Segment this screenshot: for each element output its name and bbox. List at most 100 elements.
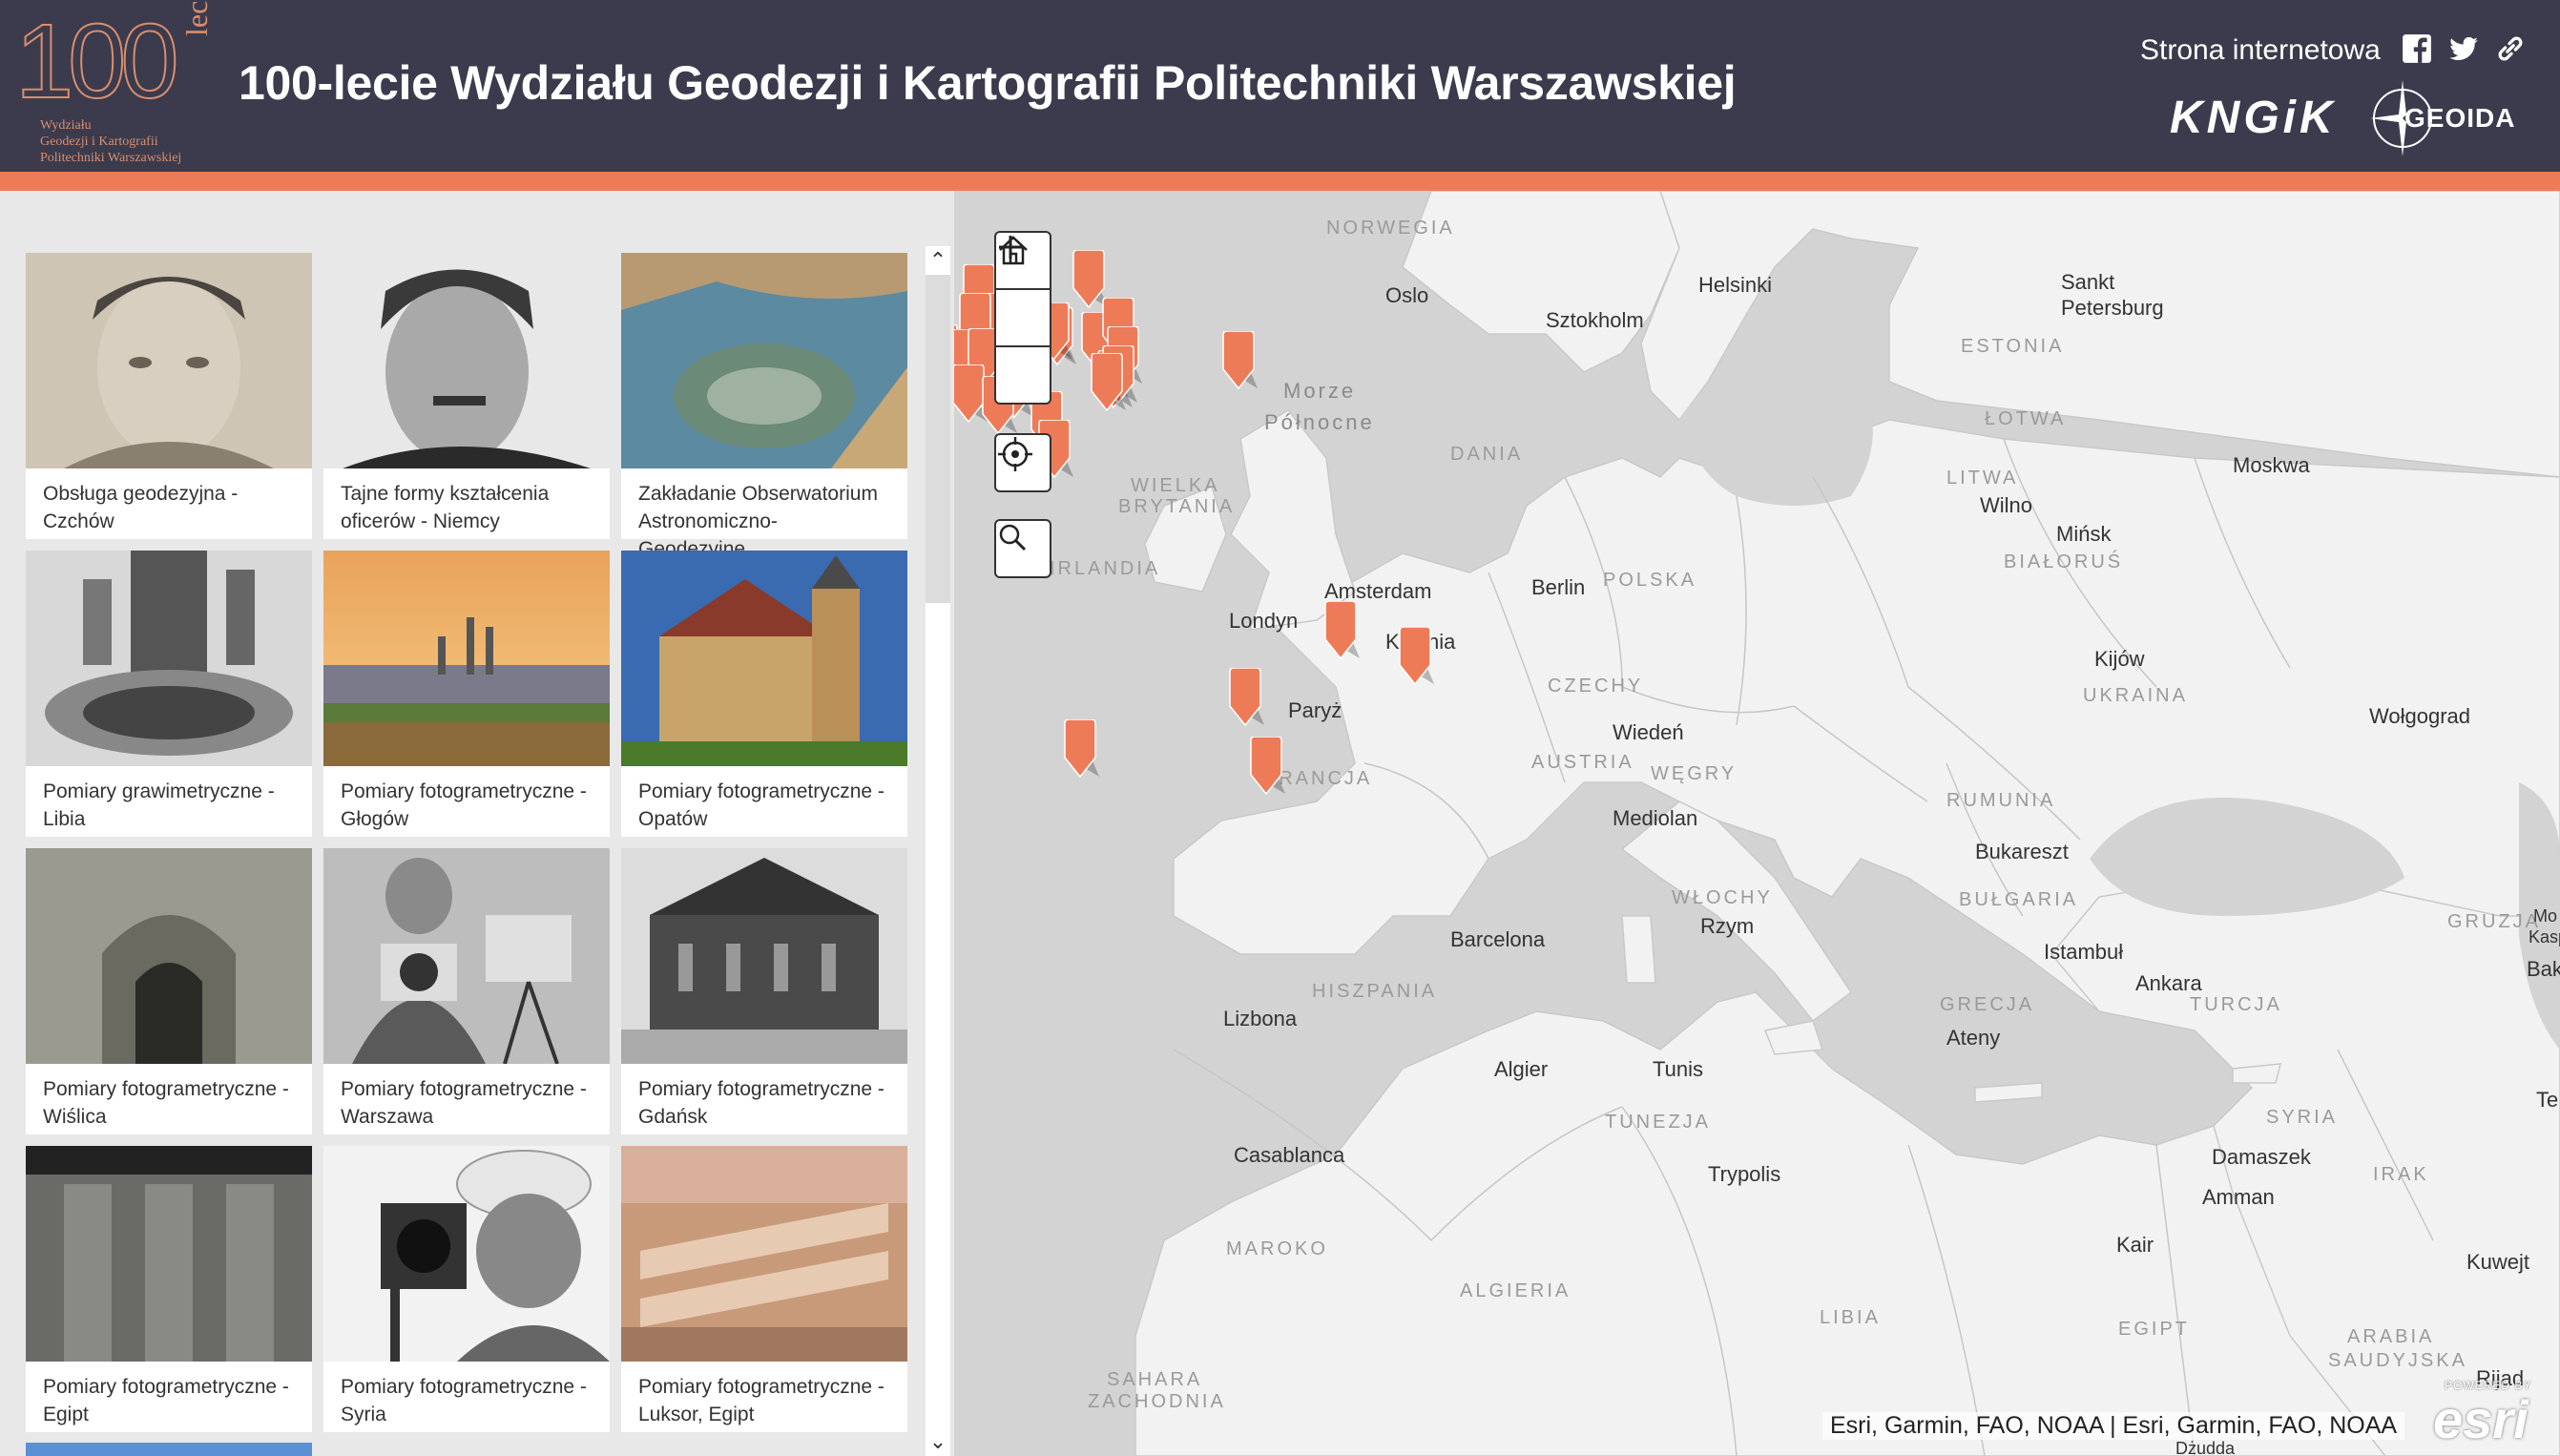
gallery-scrollbar[interactable]: ⌃ ⌄ [922, 246, 954, 1456]
card-thumbnail [26, 551, 312, 766]
gallery-card[interactable]: Pomiary fotogrametryczne - Egipt [26, 1146, 312, 1432]
gallery-card[interactable]: Pomiary fotogrametryczne - Gdańsk [621, 848, 907, 1134]
card-caption: Pomiary fotogrametryczne - Syria [341, 1376, 587, 1425]
card-caption: Pomiary fotogrametryczne - Opatów [638, 780, 885, 830]
card-caption: Pomiary fotogrametryczne - Luksor, Egipt [638, 1376, 885, 1425]
map-label: TURCJA [2190, 994, 2282, 1015]
home-button[interactable] [996, 236, 1050, 345]
map-label: UKRAINA [2083, 685, 2188, 706]
map-label: Baku [2527, 957, 2560, 981]
link-icon[interactable] [2494, 32, 2527, 65]
map-label: AUSTRIA [1531, 752, 1634, 773]
map-label: TUNEZJA [1605, 1112, 1711, 1133]
app-header: 100 lecie Wydziału Geodezji i Kartografi… [0, 0, 2560, 172]
locate-icon [998, 437, 1032, 471]
map-label: Kijów [2094, 647, 2145, 671]
kngik-logo[interactable]: KNGiK [2170, 92, 2337, 144]
map-label: Ateny [1946, 1026, 2001, 1050]
map-label: EGIPT [2118, 1319, 2191, 1340]
map-label: RUMUNIA [1946, 790, 2056, 811]
search-control[interactable] [994, 519, 1051, 578]
map-label: Północne [1264, 410, 1375, 434]
zoom-out-button[interactable] [996, 245, 1050, 403]
facebook-icon[interactable] [2401, 32, 2433, 65]
gallery-card[interactable]: Pomiary fotogrametryczne - Syria [323, 1146, 610, 1432]
card-thumbnail [323, 551, 610, 766]
website-link[interactable]: Strona internetowa [2140, 34, 2381, 67]
gallery-card[interactable]: Pomiary fotogrametryczne - Warszawa [323, 848, 610, 1134]
selected-card-indicator [26, 1443, 312, 1456]
esri-logo[interactable]: POWERED BY esri [2433, 1379, 2548, 1455]
gallery-card[interactable]: Obsługa geodezyjna - Czchów [26, 253, 312, 539]
map-label: Dżudda [2175, 1439, 2236, 1456]
page-title: 100-lecie Wydziału Geodezji i Kartografi… [239, 56, 1737, 110]
story-gallery[interactable]: Obsługa geodezyjna - Czchów Tajne formy … [0, 191, 954, 1456]
map-pin-icon[interactable] [1396, 627, 1434, 690]
map-label: SAUDYJSKA [2328, 1350, 2467, 1371]
map-label: Wilno [1980, 493, 2033, 517]
card-caption: Tajne formy kształcenia oficerów - Niemc… [341, 483, 550, 532]
gallery-card[interactable]: Pomiary fotogrametryczne - Luksor, Egipt [621, 1146, 907, 1432]
map-pin-icon[interactable] [1219, 331, 1258, 394]
map-view[interactable]: NORWEGIA Oslo Sztokholm Helsinki Sankt P… [954, 191, 2560, 1456]
scroll-down-icon[interactable]: ⌄ [926, 1427, 950, 1456]
map-label: ALGIERIA [1460, 1280, 1571, 1301]
geoida-text: GEOIDA [2404, 103, 2516, 133]
map-label: Petersburg [2061, 296, 2164, 320]
map-pin-icon[interactable] [1061, 719, 1099, 782]
gallery-card[interactable]: Pomiary grawimetryczne - Libia [26, 551, 312, 837]
search-button[interactable] [996, 521, 1050, 576]
map-label: Mediolan [1613, 806, 1698, 830]
locate-control[interactable] [994, 433, 1051, 492]
map-label: WŁOCHY [1672, 887, 1773, 908]
gallery-card[interactable]: Pomiary fotogrametryczne - Wiślica [26, 848, 312, 1134]
map-label: Bukareszt [1975, 840, 2069, 863]
centenary-logo[interactable]: 100 lecie Wydziału Geodezji i Kartografi… [14, 0, 214, 167]
card-thumbnail [323, 1146, 610, 1362]
scroll-up-icon[interactable]: ⌃ [926, 246, 950, 275]
map-label: CZECHY [1548, 676, 1644, 697]
gallery-card[interactable]: Tajne formy kształcenia oficerów - Niemc… [323, 253, 610, 539]
map-label: Mińsk [2056, 522, 2112, 546]
map-label: Rzym [1700, 914, 1755, 938]
gallery-card[interactable]: Pomiary fotogrametryczne - Opatów [621, 551, 907, 837]
map-label: Barcelona [1450, 927, 1546, 951]
map-label: Algier [1494, 1057, 1549, 1081]
map-label: IRLANDIA [1050, 558, 1161, 579]
twitter-icon[interactable] [2447, 32, 2480, 65]
gallery-card[interactable]: Pomiary fotogrametryczne - Głogów [323, 551, 610, 837]
map-label: Kasp [2529, 927, 2560, 946]
map-label: ESTONIA [1961, 336, 2065, 357]
card-caption: Obsługa geodezyjna - Czchów [43, 483, 239, 532]
scrollbar-thumb[interactable] [926, 603, 950, 1433]
map-label: Damaszek [2212, 1145, 2311, 1169]
logo-lecie: lecie [179, 0, 214, 36]
map-pin-icon[interactable] [1088, 353, 1126, 416]
esri-text: esri [2433, 1389, 2529, 1449]
map-label: Trypolis [1708, 1162, 1781, 1186]
card-thumbnail [26, 848, 312, 1064]
search-icon [999, 524, 1027, 551]
map-pin-icon[interactable] [1247, 737, 1285, 800]
zoom-control[interactable] [994, 231, 1051, 405]
map-label: SAHARA [1107, 1369, 1203, 1390]
card-thumbnail [26, 1146, 312, 1362]
locate-button[interactable] [996, 435, 1050, 490]
map-pin-icon[interactable] [1226, 668, 1264, 731]
map-label: Londyn [1229, 609, 1299, 633]
map-label: HISZPANIA [1312, 981, 1438, 1002]
card-caption: Pomiary fotogrametryczne - Głogów [341, 780, 587, 830]
basemap[interactable] [954, 191, 2560, 1456]
geoida-logo[interactable]: GEOIDA [2370, 78, 2514, 158]
map-label: LITWA [1946, 468, 2019, 489]
card-thumbnail [621, 848, 907, 1064]
gallery-card[interactable]: Zakładanie Obserwatorium Astronomiczno-G… [621, 253, 907, 560]
map-pin-icon[interactable] [1322, 601, 1360, 664]
map-label: GRECJA [1940, 994, 2035, 1015]
card-caption: Pomiary fotogrametryczne - Wiślica [43, 1078, 289, 1128]
map-label: Wiedeń [1613, 720, 1684, 744]
map-label: NORWEGIA [1326, 218, 1455, 239]
map-label: LIBIA [1820, 1307, 1881, 1328]
card-thumbnail [621, 1146, 907, 1362]
map-label: Casablanca [1234, 1143, 1345, 1167]
